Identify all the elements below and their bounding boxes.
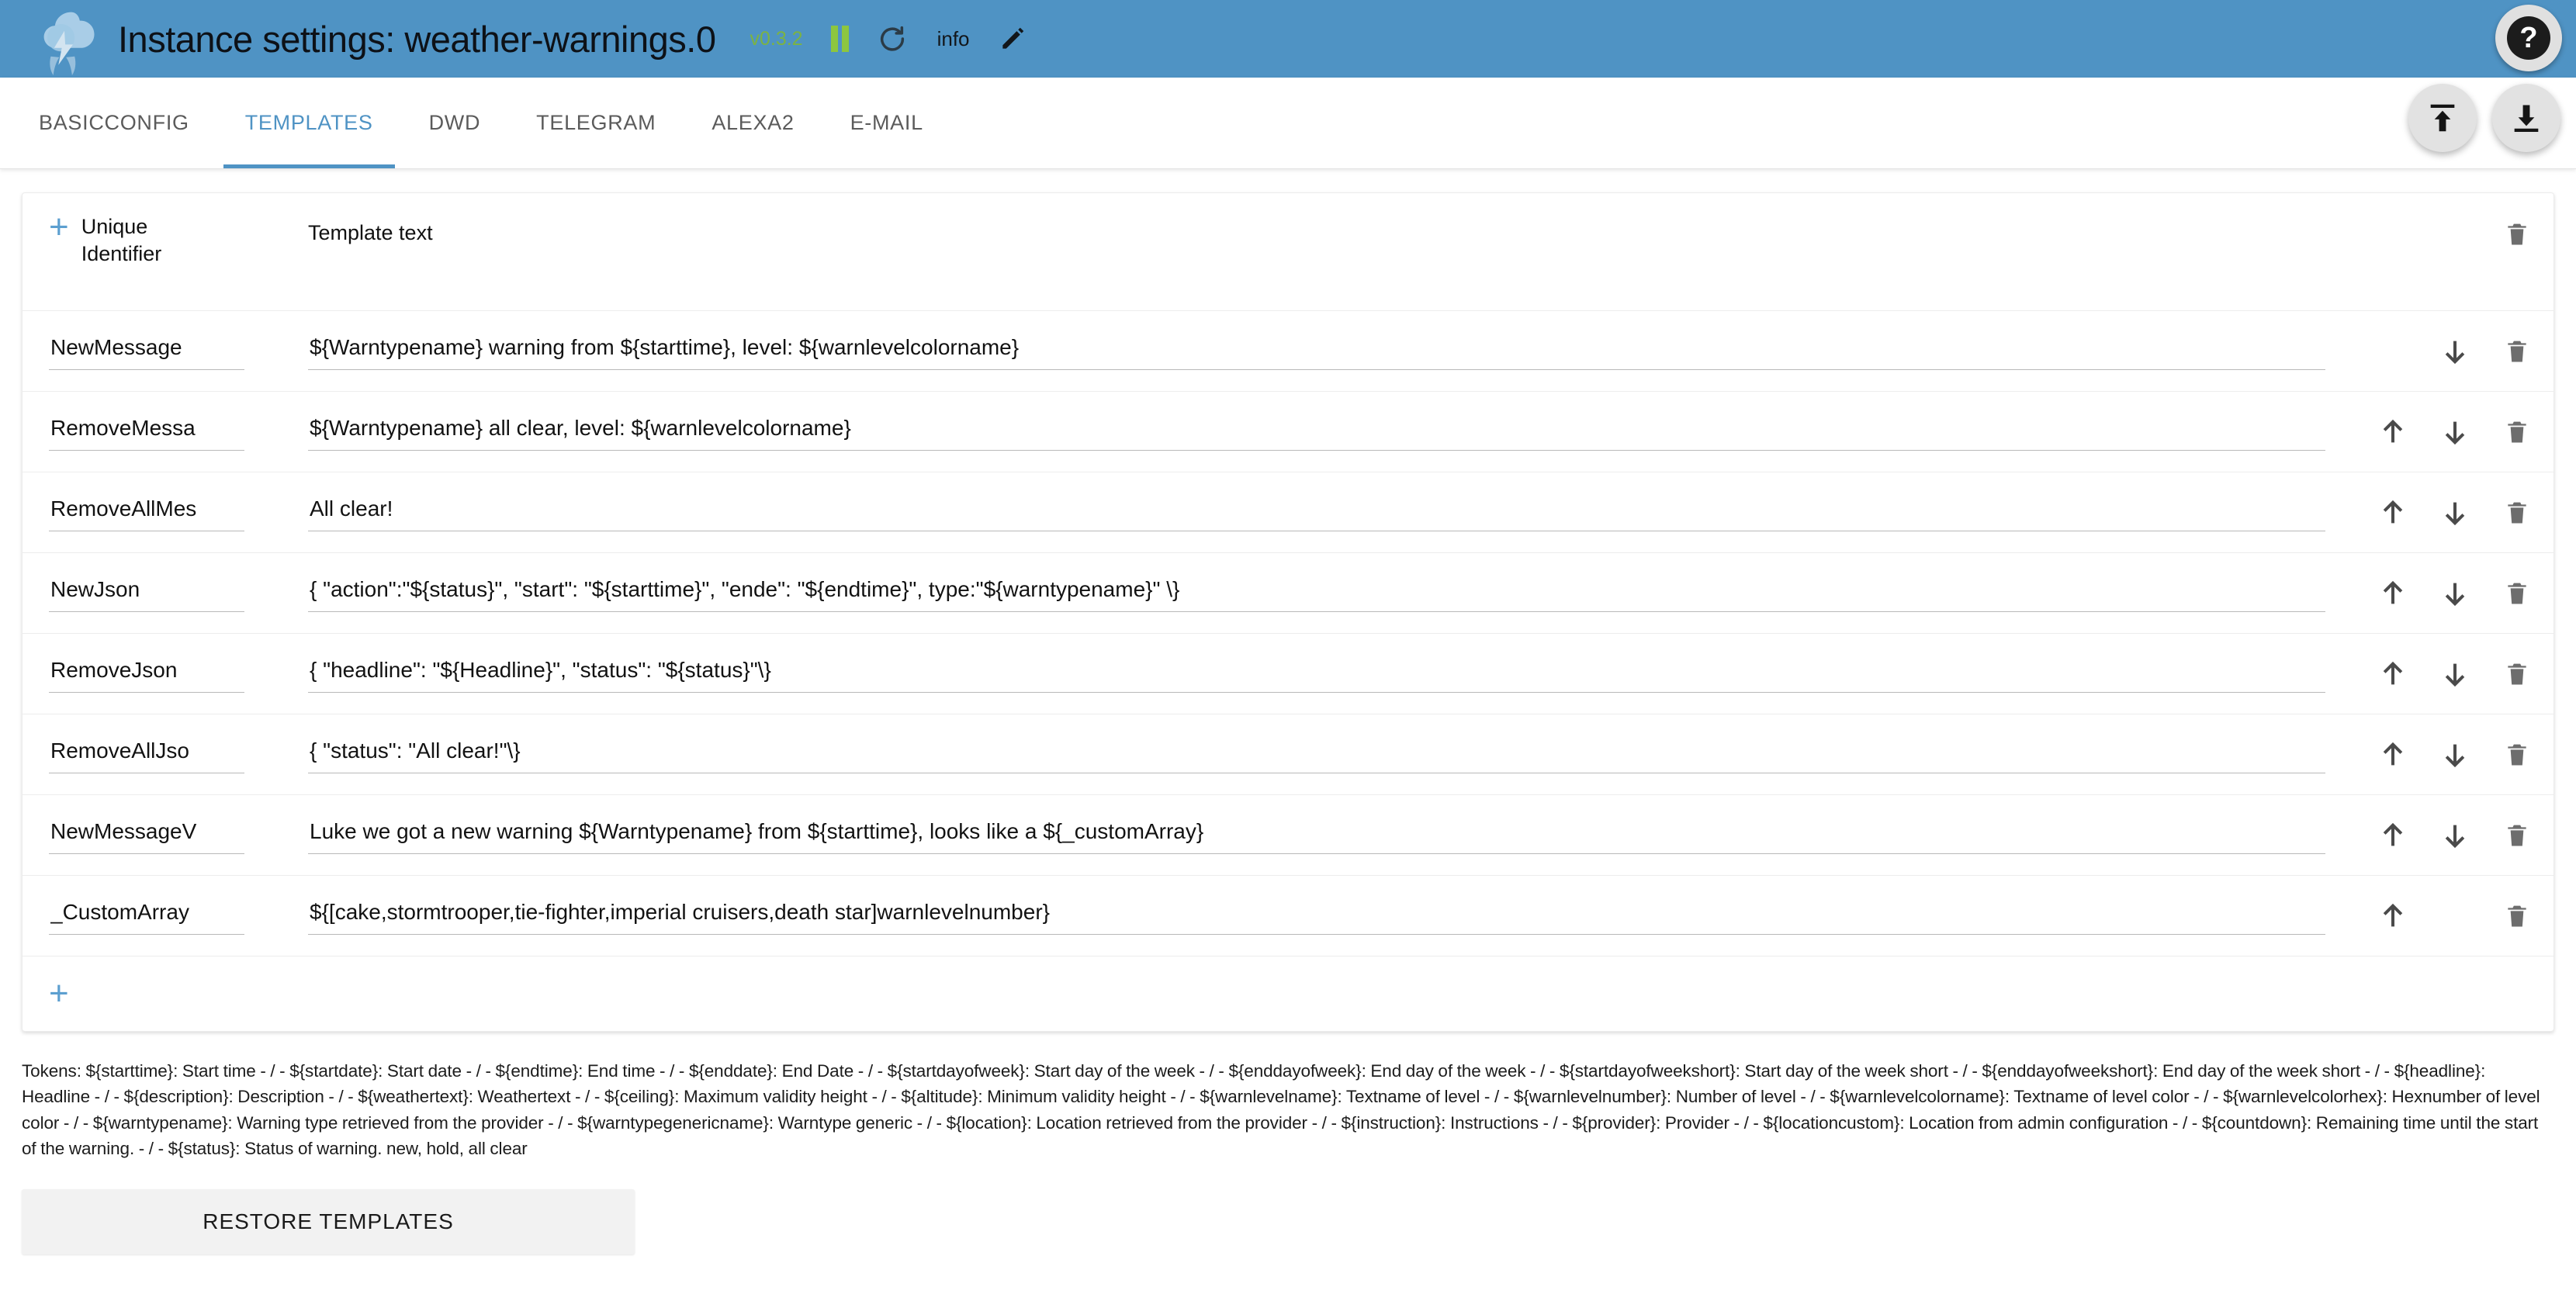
move-up-icon[interactable] <box>2375 898 2411 934</box>
page-title: Instance settings: weather-warnings.0 <box>118 18 715 61</box>
question-mark-icon: ? <box>2507 16 2550 60</box>
identifier-input[interactable] <box>49 735 244 773</box>
add-template-row[interactable]: + <box>23 956 2553 1031</box>
template-text-input[interactable] <box>308 574 2325 612</box>
table-row <box>23 795 2553 876</box>
move-down-icon[interactable] <box>2437 576 2473 611</box>
move-up-icon[interactable] <box>2375 495 2411 531</box>
move-up-icon[interactable] <box>2375 737 2411 773</box>
edit-pencil-icon[interactable] <box>998 24 1027 54</box>
tab-dwd[interactable]: DWD <box>401 78 509 168</box>
template-text-input[interactable] <box>308 413 2325 451</box>
tab-email[interactable]: E-MAIL <box>822 78 951 168</box>
move-down-icon[interactable] <box>2437 818 2473 853</box>
templates-card: + Unique Identifier Template text <box>22 192 2554 1032</box>
upload-button[interactable] <box>2408 84 2477 152</box>
delete-row-icon[interactable] <box>2499 334 2535 369</box>
delete-row-icon[interactable] <box>2499 656 2535 692</box>
identifier-input[interactable] <box>49 897 244 935</box>
template-text-input[interactable] <box>308 897 2325 935</box>
table-row <box>23 876 2553 956</box>
template-text-input[interactable] <box>308 816 2325 854</box>
restore-templates-button[interactable]: RESTORE TEMPLATES <box>22 1189 635 1254</box>
move-down-icon[interactable] <box>2437 334 2473 369</box>
identifier-input[interactable] <box>49 655 244 693</box>
template-text-input[interactable] <box>308 735 2325 773</box>
column-header-unique-identifier: Unique Identifier <box>81 213 229 267</box>
tab-templates[interactable]: TEMPLATES <box>217 78 401 168</box>
move-down-icon[interactable] <box>2437 737 2473 773</box>
move-up-icon[interactable] <box>2375 818 2411 853</box>
info-label[interactable]: info <box>937 27 970 51</box>
tab-bar: BASICCONFIG TEMPLATES DWD TELEGRAM ALEXA… <box>0 78 2576 169</box>
move-up-icon[interactable] <box>2375 576 2411 611</box>
download-button[interactable] <box>2492 84 2560 152</box>
delete-row-icon[interactable] <box>2499 737 2535 773</box>
pause-icon[interactable] <box>831 26 849 52</box>
tab-basicconfig[interactable]: BASICCONFIG <box>11 78 217 168</box>
tokens-help-text: Tokens: ${starttime}: Start time - / - $… <box>22 1058 2554 1161</box>
delete-row-icon[interactable] <box>2499 414 2535 450</box>
delete-all-icon[interactable] <box>2499 216 2535 252</box>
table-row <box>23 311 2553 392</box>
add-template-icon-top[interactable]: + <box>49 210 69 244</box>
tab-telegram[interactable]: TELEGRAM <box>508 78 684 168</box>
table-row <box>23 472 2553 553</box>
template-text-input[interactable] <box>308 332 2325 370</box>
table-row <box>23 714 2553 795</box>
delete-row-icon[interactable] <box>2499 495 2535 531</box>
identifier-input[interactable] <box>49 413 244 451</box>
toolbar-actions <box>2408 84 2560 152</box>
move-up-icon[interactable] <box>2375 414 2411 450</box>
table-row <box>23 392 2553 472</box>
identifier-input[interactable] <box>49 493 244 531</box>
version-badge: v0.3.2 <box>750 28 802 50</box>
template-text-input[interactable] <box>308 493 2325 531</box>
identifier-input[interactable] <box>49 574 244 612</box>
delete-row-icon[interactable] <box>2499 818 2535 853</box>
delete-row-icon[interactable] <box>2499 898 2535 934</box>
tab-alexa2[interactable]: ALEXA2 <box>684 78 822 168</box>
identifier-input[interactable] <box>49 332 244 370</box>
table-header-row: + Unique Identifier Template text <box>23 193 2553 311</box>
delete-row-icon[interactable] <box>2499 576 2535 611</box>
add-template-icon-bottom[interactable]: + <box>49 977 69 1011</box>
identifier-input[interactable] <box>49 816 244 854</box>
move-down-icon[interactable] <box>2437 656 2473 692</box>
table-row <box>23 634 2553 714</box>
refresh-icon[interactable] <box>877 23 908 54</box>
move-up-icon[interactable] <box>2375 656 2411 692</box>
move-down-icon[interactable] <box>2437 414 2473 450</box>
table-row <box>23 553 2553 634</box>
help-button[interactable]: ? <box>2495 5 2562 71</box>
app-logo-icon <box>22 0 107 84</box>
move-down-icon[interactable] <box>2437 495 2473 531</box>
app-header: Instance settings: weather-warnings.0 v0… <box>0 0 2576 78</box>
template-text-input[interactable] <box>308 655 2325 693</box>
column-header-template-text: Template text <box>308 221 433 244</box>
